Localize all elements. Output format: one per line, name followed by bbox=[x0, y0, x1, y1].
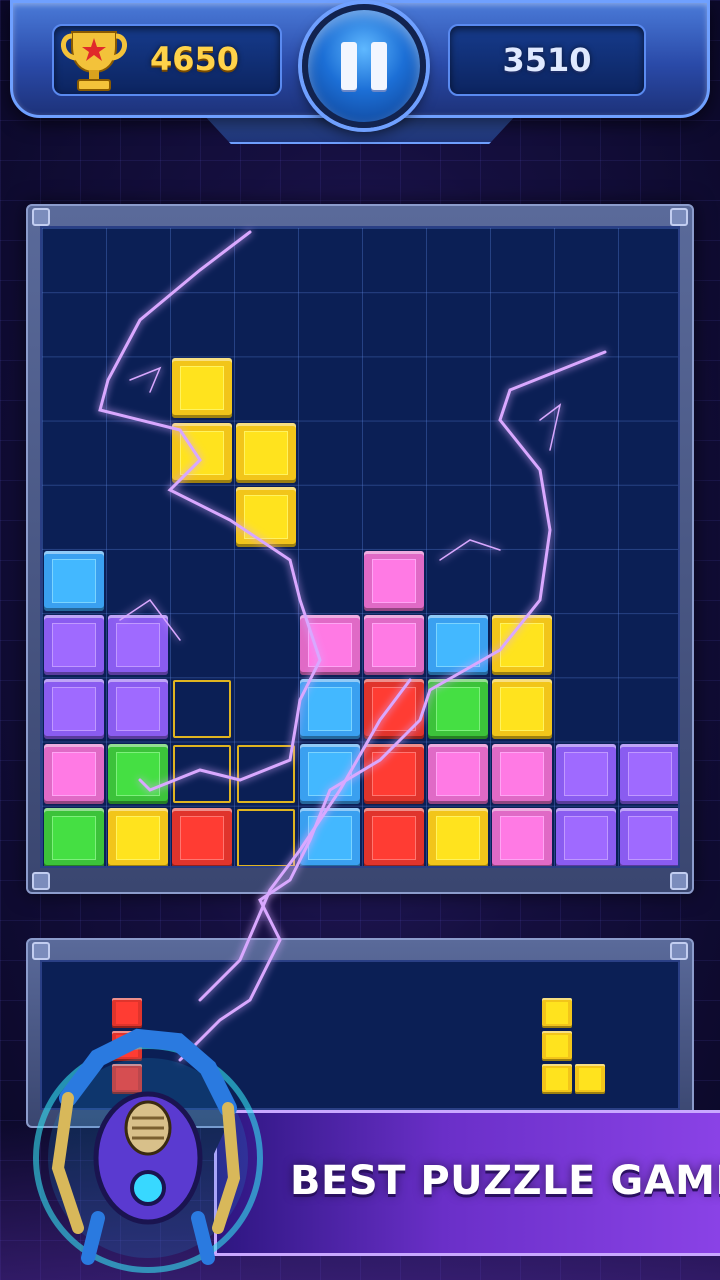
top-hud: 4650 3510 bbox=[0, 0, 720, 150]
block-yellow bbox=[492, 679, 552, 740]
block-purple bbox=[44, 615, 104, 676]
ghost-cell bbox=[173, 744, 231, 803]
block-pink bbox=[492, 743, 552, 804]
ghost-cell bbox=[237, 744, 295, 803]
block-blue bbox=[300, 807, 360, 866]
game-board[interactable] bbox=[40, 226, 680, 868]
block-purple bbox=[556, 743, 616, 804]
best-score-panel: 4650 bbox=[52, 24, 282, 96]
block-green bbox=[428, 679, 488, 740]
block-yellow bbox=[172, 358, 232, 419]
best-score-value: 4650 bbox=[150, 40, 240, 78]
piece-block bbox=[542, 1031, 572, 1061]
block-blue bbox=[44, 551, 104, 611]
block-pink bbox=[364, 551, 424, 611]
block-red bbox=[172, 807, 232, 866]
block-yellow bbox=[172, 422, 232, 483]
block-yellow bbox=[492, 615, 552, 676]
block-yellow bbox=[236, 486, 296, 547]
piece-block bbox=[542, 1064, 572, 1094]
frame-bolt bbox=[670, 208, 688, 226]
block-yellow bbox=[108, 807, 168, 866]
piece-yellow-l[interactable] bbox=[542, 998, 612, 1098]
piece-block bbox=[542, 998, 572, 1028]
promo-title: BEST PUZZLE GAME bbox=[290, 1158, 720, 1204]
block-blue bbox=[300, 679, 360, 740]
block-green bbox=[108, 743, 168, 804]
block-blue bbox=[300, 743, 360, 804]
block-yellow bbox=[428, 807, 488, 866]
block-pink bbox=[364, 615, 424, 676]
trophy-icon bbox=[61, 31, 127, 91]
block-yellow bbox=[236, 422, 296, 483]
ghost-cell bbox=[237, 808, 295, 866]
frame-bolt bbox=[32, 942, 50, 960]
piece-block bbox=[575, 1064, 605, 1094]
frame-bolt bbox=[32, 872, 50, 890]
pause-icon-bar-right bbox=[371, 42, 387, 90]
block-red bbox=[364, 807, 424, 866]
pause-icon-bar-left bbox=[341, 42, 357, 90]
frame-bolt bbox=[670, 942, 688, 960]
current-score-value: 3510 bbox=[502, 41, 592, 79]
block-pink bbox=[428, 743, 488, 804]
block-pink bbox=[300, 615, 360, 676]
block-red bbox=[364, 679, 424, 740]
block-blue bbox=[428, 615, 488, 676]
current-score-panel: 3510 bbox=[448, 24, 646, 96]
ghost-cell bbox=[173, 680, 231, 739]
block-purple bbox=[44, 679, 104, 740]
frame-bolt bbox=[32, 208, 50, 226]
block-green bbox=[44, 807, 104, 866]
block-purple bbox=[108, 679, 168, 740]
pause-button[interactable] bbox=[302, 4, 426, 128]
block-purple bbox=[620, 807, 678, 866]
block-purple bbox=[620, 743, 678, 804]
block-purple bbox=[556, 807, 616, 866]
frame-bolt bbox=[670, 872, 688, 890]
block-red bbox=[364, 743, 424, 804]
block-purple bbox=[108, 615, 168, 676]
block-pink bbox=[492, 807, 552, 866]
block-pink bbox=[44, 743, 104, 804]
robot-mascot-icon bbox=[33, 1028, 263, 1273]
